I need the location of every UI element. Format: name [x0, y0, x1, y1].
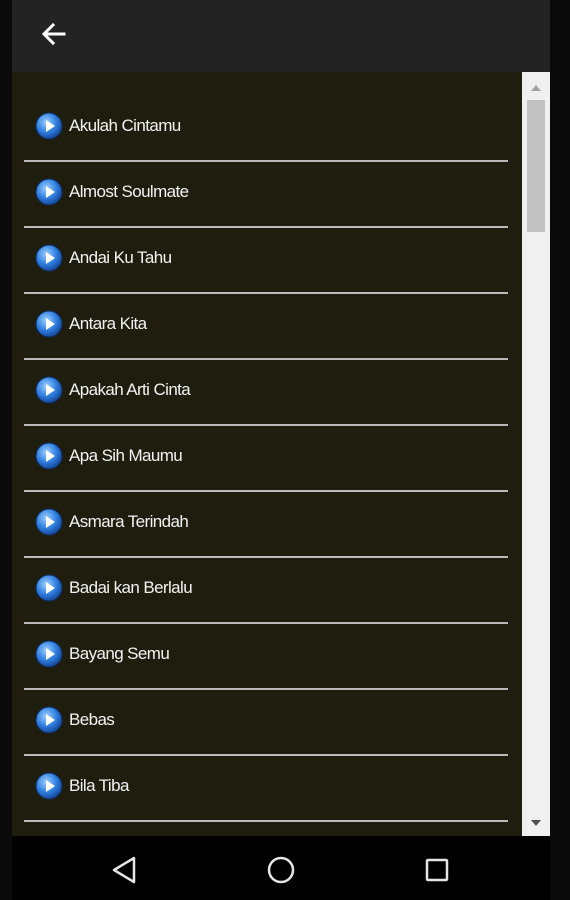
song-title: Apa Sih Maumu [69, 446, 183, 465]
song-title: Bila Tiba [69, 776, 129, 795]
system-navigation-bar [12, 836, 550, 900]
play-icon [35, 376, 63, 404]
play-icon [35, 574, 63, 602]
song-list-container[interactable]: Akulah Cintamu Almost Soulmate Andai Ku … [12, 72, 550, 836]
scroll-up-arrow-icon [531, 84, 541, 91]
home-circle-icon [267, 856, 295, 884]
nav-recents-button[interactable] [419, 852, 455, 888]
list-item[interactable] [24, 822, 508, 836]
vertical-scrollbar[interactable] [522, 72, 550, 836]
scroll-down-arrow-icon [531, 819, 541, 826]
song-list: Akulah Cintamu Almost Soulmate Andai Ku … [24, 96, 508, 836]
list-item[interactable]: Apa Sih Maumu [24, 426, 508, 492]
play-icon [35, 640, 63, 668]
app-bar [12, 0, 550, 72]
play-icon [35, 508, 63, 536]
play-icon [35, 772, 63, 800]
list-item[interactable]: Antara Kita [24, 294, 508, 360]
arrow-left-icon [41, 22, 66, 46]
play-icon [35, 112, 63, 140]
app-window: Akulah Cintamu Almost Soulmate Andai Ku … [12, 0, 550, 900]
song-title: Almost Soulmate [69, 182, 189, 201]
play-icon [35, 310, 63, 338]
play-icon [35, 442, 63, 470]
song-title: Apakah Arti Cinta [69, 380, 191, 399]
recents-square-icon [425, 858, 449, 882]
play-icon [35, 244, 63, 272]
list-item[interactable]: Bayang Semu [24, 624, 508, 690]
screen-edge-right [550, 0, 570, 900]
scroll-up-button[interactable] [522, 76, 550, 98]
back-button[interactable] [34, 14, 74, 54]
song-title: Bebas [69, 710, 115, 729]
song-title: Andai Ku Tahu [69, 248, 172, 267]
scroll-down-button[interactable] [522, 812, 550, 834]
list-item[interactable]: Bebas [24, 690, 508, 756]
screen-edge-left [0, 0, 12, 900]
list-item[interactable]: Asmara Terindah [24, 492, 508, 558]
list-item[interactable]: Apakah Arti Cinta [24, 360, 508, 426]
list-item[interactable]: Badai kan Berlalu [24, 558, 508, 624]
song-title: Badai kan Berlalu [69, 578, 193, 597]
song-title: Antara Kita [69, 314, 147, 333]
list-item[interactable]: Akulah Cintamu [24, 96, 508, 162]
list-item[interactable]: Almost Soulmate [24, 162, 508, 228]
play-icon [35, 706, 63, 734]
list-item[interactable]: Andai Ku Tahu [24, 228, 508, 294]
song-title: Asmara Terindah [69, 512, 189, 531]
song-title: Bayang Semu [69, 644, 170, 663]
list-item[interactable]: Bila Tiba [24, 756, 508, 822]
song-title: Akulah Cintamu [69, 116, 181, 135]
play-icon [35, 178, 63, 206]
scroll-thumb[interactable] [527, 100, 545, 232]
nav-home-button[interactable] [263, 852, 299, 888]
nav-back-button[interactable] [106, 852, 142, 888]
back-triangle-icon [112, 856, 136, 884]
